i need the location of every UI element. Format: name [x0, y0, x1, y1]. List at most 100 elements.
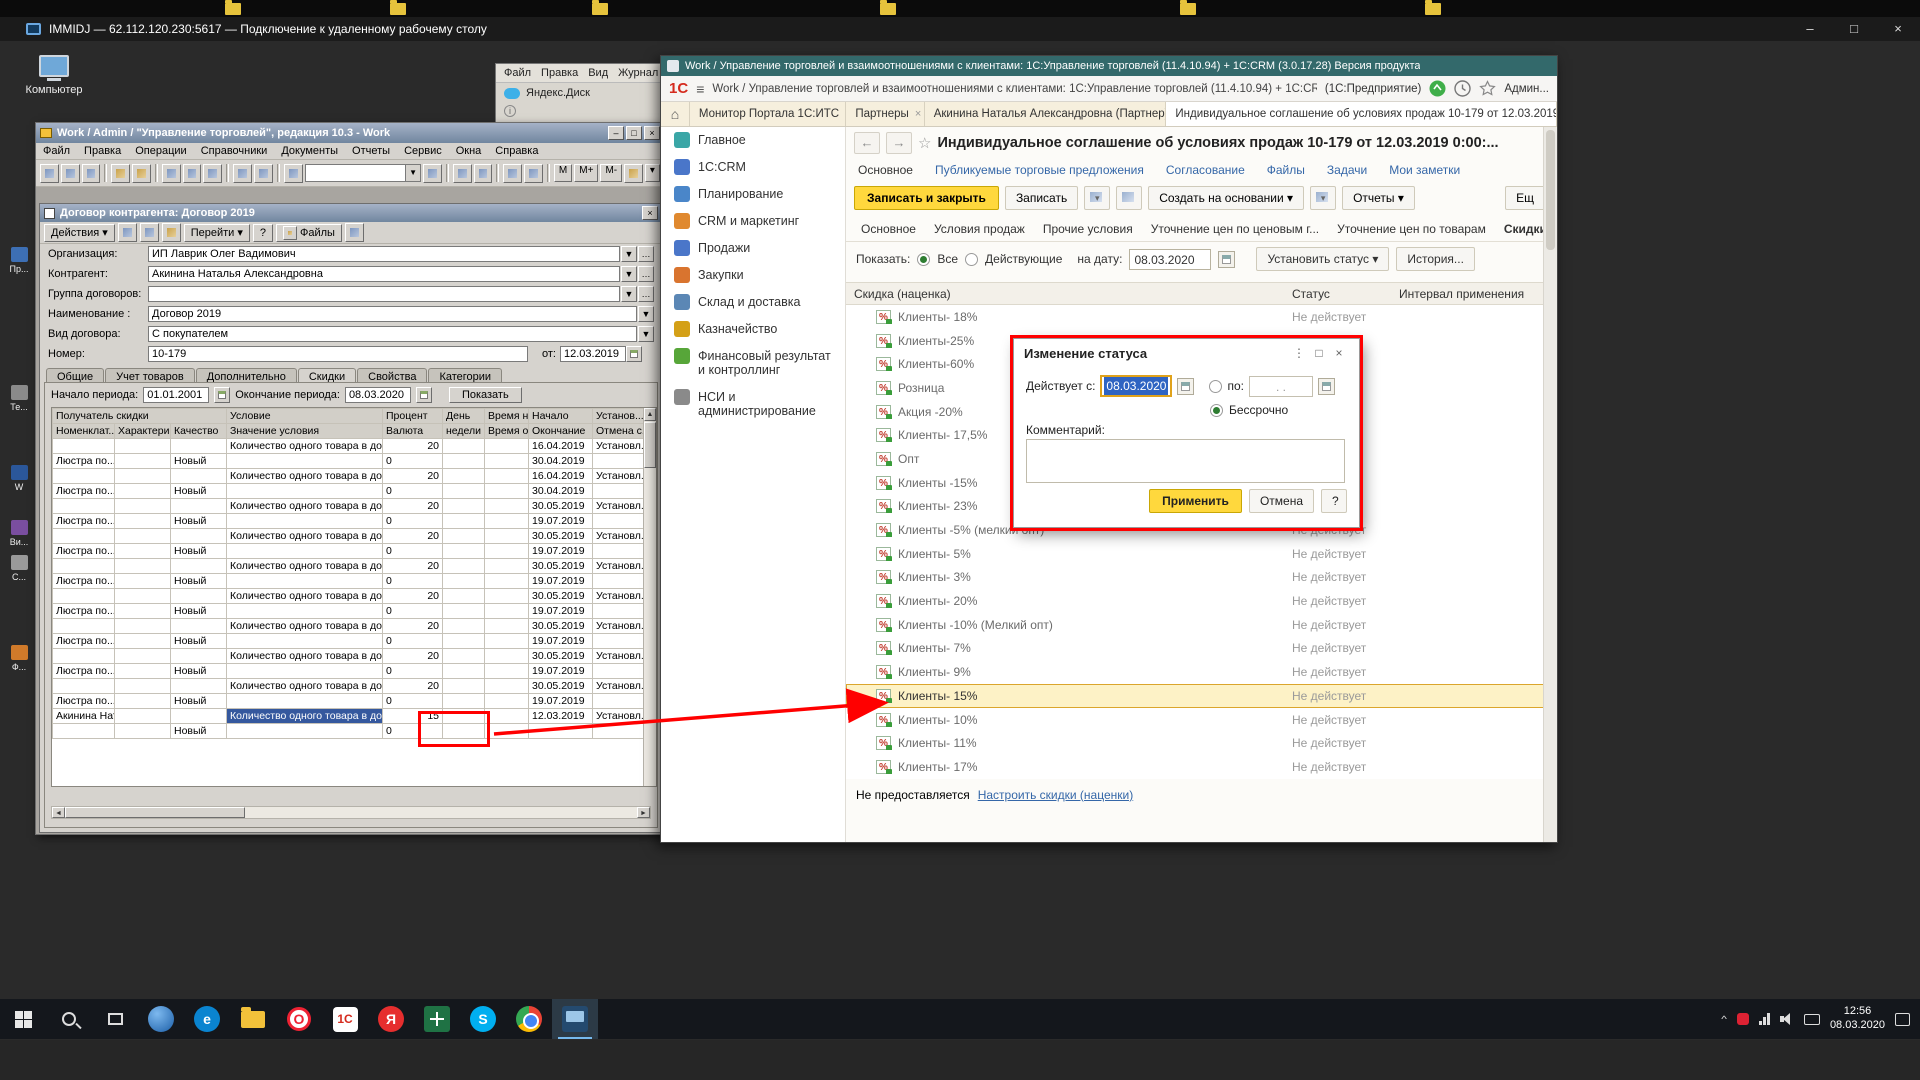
field-input[interactable]: Договор 2019 [148, 306, 637, 322]
from-date-input[interactable]: 12.03.2019 [560, 346, 626, 362]
table-row[interactable]: Количество одного товара в доку...2030.0… [53, 559, 645, 574]
discount-row[interactable]: Клиенты -10% (Мелкий опт)Не действует [846, 613, 1545, 637]
chevron-down-icon[interactable]: ▼ [621, 246, 637, 262]
reports-button[interactable]: Отчеты ▾ [1342, 186, 1415, 210]
page-tab[interactable]: Прочие условия [1034, 218, 1142, 240]
calc-М-button[interactable]: М [554, 164, 572, 182]
notification-center-icon[interactable] [1895, 1013, 1910, 1026]
calendar-icon[interactable] [1218, 251, 1235, 268]
menu-Справка[interactable]: Справка [488, 145, 545, 157]
clock[interactable]: 12:56 08.03.2020 [1830, 1005, 1885, 1033]
vertical-scrollbar[interactable]: ▲ [643, 408, 656, 786]
help-button[interactable]: ? [1321, 489, 1347, 513]
table-row[interactable]: Новый0 [53, 724, 645, 739]
discount-row[interactable]: Клиенты- 7%Не действует [846, 637, 1545, 661]
close-button[interactable]: × [644, 126, 660, 140]
goto-menu-button[interactable]: Перейти ▾ [184, 224, 250, 242]
radio-to-date[interactable] [1209, 380, 1222, 393]
table-row[interactable]: Количество одного товара в доку...2030.0… [53, 589, 645, 604]
discount-row[interactable]: Клиенты- 18%Не действует [846, 305, 1545, 329]
calendar-icon[interactable] [416, 387, 432, 403]
taskbar-app-opera[interactable]: O [276, 999, 322, 1039]
taskbar-app-sheets[interactable] [414, 999, 460, 1039]
desktop-icon-fragment[interactable]: Те... [2, 385, 36, 412]
start-button[interactable] [0, 999, 46, 1039]
network-icon[interactable] [1759, 1013, 1770, 1025]
maximize-button[interactable]: □ [1832, 17, 1876, 41]
discount-row[interactable]: Клиенты- 5%Не действует [846, 542, 1545, 566]
field-input[interactable]: С покупателем [148, 326, 637, 342]
window-titlebar[interactable]: Work / Admin / "Управление торговлей", р… [36, 123, 664, 143]
discount-row[interactable]: Клиенты- 20%Не действует [846, 589, 1545, 613]
print-icon[interactable] [162, 223, 181, 242]
chevron-down-icon[interactable]: ▼ [621, 266, 637, 282]
vertical-scrollbar[interactable] [1543, 127, 1557, 842]
sidebar-item-1[interactable]: Главное [661, 127, 845, 154]
table-row[interactable]: Люстра по...Новый030.04.2019 [53, 454, 645, 469]
table-row[interactable]: Люстра по...Новый019.07.2019 [53, 514, 645, 529]
desktop-icon-fragment[interactable]: Пр... [2, 247, 36, 274]
zoom-in-icon[interactable] [453, 164, 472, 183]
create-based-on-button[interactable]: Создать на основании ▾ [1148, 186, 1304, 210]
menu-Файл[interactable]: Файл [36, 145, 77, 157]
number-input[interactable]: 10-179 [148, 346, 528, 362]
desktop-icon-fragment[interactable]: W [2, 465, 36, 492]
maximize-icon[interactable]: □ [1309, 346, 1329, 360]
chevron-down-icon[interactable]: ▼ [405, 165, 420, 181]
maximize-button[interactable]: □ [626, 126, 642, 140]
table-icon[interactable] [503, 164, 522, 183]
table-row[interactable]: Количество одного товара в доку...2016.0… [53, 439, 645, 454]
browse-ellipsis-button[interactable]: … [638, 246, 654, 262]
actions-menu-button[interactable]: Действия ▾ [44, 224, 115, 242]
print-icon[interactable] [111, 164, 130, 183]
calendar-icon[interactable] [214, 387, 230, 403]
desktop-icon-fragment[interactable]: Ф... [2, 645, 36, 672]
discount-row[interactable]: Клиенты- 11%Не действует [846, 731, 1545, 755]
table-row[interactable]: Количество одного товара в доку...2016.0… [53, 469, 645, 484]
tab-home[interactable]: ⌂ [661, 102, 690, 126]
toolbar-more-button[interactable]: ▾ [645, 164, 660, 182]
volume-icon[interactable] [1780, 1013, 1794, 1025]
scroll-thumb[interactable] [1546, 130, 1555, 250]
table-row[interactable]: Количество одного товара в доку...2030.0… [53, 529, 645, 544]
copy-icon[interactable] [183, 164, 202, 183]
taskbar-app-chrome[interactable] [506, 999, 552, 1039]
print-icon-button[interactable]: ▾ [1310, 186, 1336, 210]
sidebar-item-3[interactable]: Планирование [661, 181, 845, 208]
cancel-button[interactable]: Отмена [1249, 489, 1314, 513]
page-tab[interactable]: Основное [852, 218, 925, 240]
valid-from-input[interactable]: 08.03.2020 [1100, 375, 1172, 397]
table-row[interactable]: Люстра по...Новый030.04.2019 [53, 484, 645, 499]
scroll-thumb[interactable] [644, 422, 656, 468]
radio-all[interactable] [917, 253, 930, 266]
chevron-down-icon[interactable]: ▼ [638, 306, 654, 322]
nav-link-6[interactable]: Мои заметки [1389, 163, 1460, 177]
taskbar-app-onec[interactable]: 1С [322, 999, 368, 1039]
sidebar-item-2[interactable]: 1С:CRM [661, 154, 845, 181]
field-input[interactable]: Акинина Наталья Александровна [148, 266, 620, 282]
nav-link-3[interactable]: Согласование [1166, 163, 1245, 177]
scroll-left-icon[interactable]: ◄ [52, 807, 65, 818]
menu-Сервис[interactable]: Сервис [397, 145, 449, 157]
sidebar-item-10[interactable]: НСИ и администрирование [661, 384, 845, 425]
table-row[interactable]: Акинина Наталья АлександровнаКоличество … [53, 709, 645, 724]
set-status-button[interactable]: Установить статус ▾ [1256, 247, 1389, 271]
radio-acting-label[interactable]: Действующие [985, 252, 1062, 266]
scroll-right-icon[interactable]: ► [637, 807, 650, 818]
zoom-out-icon[interactable] [474, 164, 493, 183]
calendar-icon[interactable] [626, 346, 642, 362]
on-date-input[interactable]: 08.03.2020 [1129, 249, 1211, 270]
radio-acting[interactable] [965, 253, 978, 266]
window-1c-classic[interactable]: Work / Admin / "Управление торговлей", р… [35, 122, 665, 835]
calendar-icon[interactable] [1177, 378, 1194, 395]
table-row[interactable]: Количество одного товара в доку...2030.0… [53, 649, 645, 664]
discount-row[interactable]: Клиенты- 17%Не действует [846, 755, 1545, 779]
calendar-icon[interactable] [1318, 378, 1335, 395]
undo-icon[interactable] [233, 164, 252, 183]
reread-icon[interactable] [140, 223, 159, 242]
perpetual-label[interactable]: Бессрочно [1229, 403, 1288, 417]
scroll-up-icon[interactable]: ▲ [644, 408, 656, 421]
chevron-down-icon[interactable]: ▼ [621, 286, 637, 302]
globe-icon[interactable] [345, 223, 364, 242]
table-row[interactable]: Люстра по...Новый019.07.2019 [53, 694, 645, 709]
